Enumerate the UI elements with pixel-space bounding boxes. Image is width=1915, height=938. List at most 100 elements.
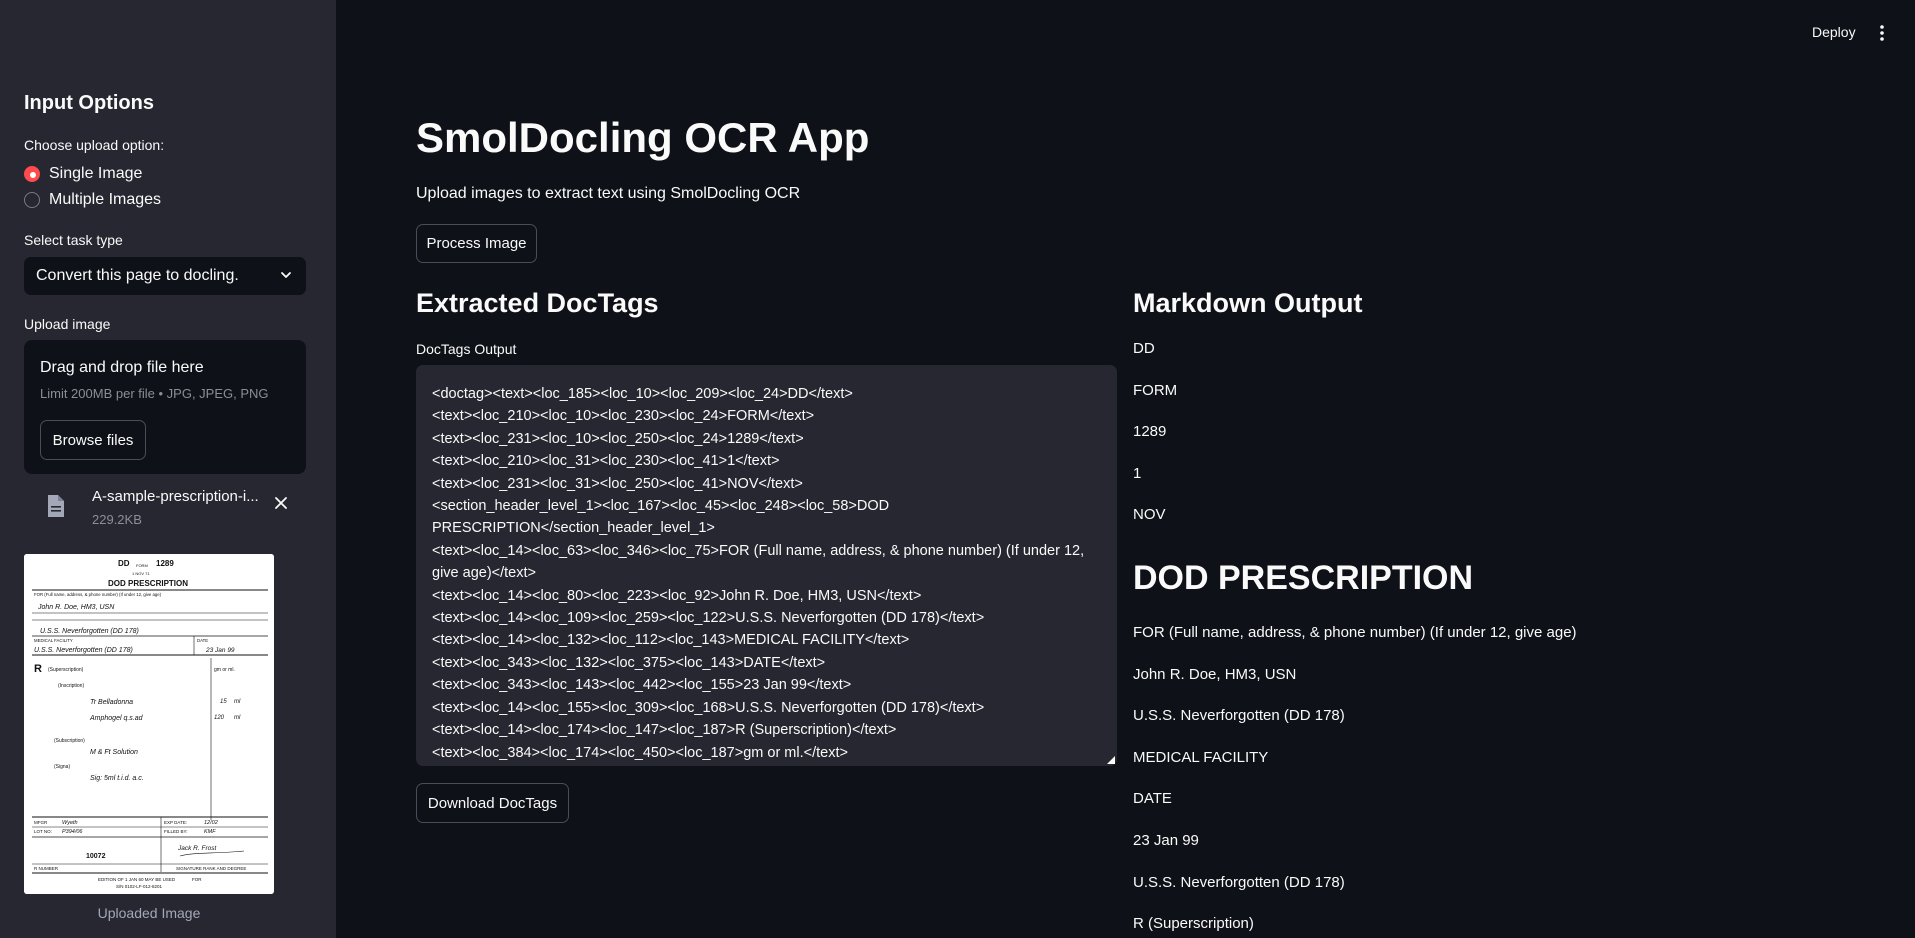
sidebar: Input Options Choose upload option: Sing… (0, 0, 336, 938)
doctags-line: <text><loc_14><loc_174><loc_147><loc_187… (432, 722, 897, 739)
thumb-gm-ml: gm or ml. (214, 667, 235, 673)
radio-label: Multiple Images (49, 191, 162, 208)
markdown-paragraph: NOV (1133, 506, 1166, 524)
thumb-mfgr-label: MFGR (34, 820, 48, 825)
thumb-form-num: 1289 (156, 559, 174, 568)
page-subtitle: Upload images to extract text using Smol… (416, 185, 801, 202)
thumb-for-label: FOR (Full name, address, & phone number)… (34, 592, 162, 597)
thumb-facility-label: MEDICAL FACILITY (34, 638, 73, 643)
thumb-filled-label: FILLED BY: (164, 829, 188, 834)
markdown-paragraph: John R. Doe, HM3, USN (1133, 665, 1297, 683)
thumb-item1-unit: ml (234, 699, 241, 705)
doctags-line: <text><loc_14><loc_80><loc_223><loc_92>J… (432, 587, 922, 604)
file-size: 229.2KB (92, 512, 142, 527)
thumb-date-label: DATE (197, 638, 208, 643)
thumb-edition: EDITION OF 1 JAN 60 MAY BE USED (98, 877, 176, 882)
thumb-item2-unit: ml (234, 715, 241, 721)
doctags-line: <text><loc_14><loc_109><loc_259><loc_122… (432, 610, 985, 627)
markdown-paragraph: U.S.S. Neverforgotten (DD 178) (1133, 707, 1345, 725)
remove-file-icon[interactable] (274, 496, 288, 510)
doctags-line: <text><loc_210><loc_31><loc_230><loc_41>… (432, 453, 780, 470)
thumb-rx: R (34, 663, 42, 675)
doctags-lines: <doctag><text><loc_185><loc_10><loc_209>… (432, 383, 1101, 764)
task-type-select[interactable]: Convert this page to docling. (24, 257, 306, 295)
task-type-label: Select task type (24, 232, 123, 248)
kebab-menu-icon[interactable] (1875, 24, 1889, 42)
thumb-rx-number-label: R NUMBER (34, 866, 59, 871)
radio-multiple-images[interactable]: Multiple Images (24, 191, 161, 209)
radio-label: Single Image (49, 165, 143, 182)
markdown-heading-1: DOD PRESCRIPTION (1133, 558, 1474, 597)
doctags-output-label: DocTags Output (416, 341, 517, 357)
download-doctags-button[interactable]: Download DocTags (416, 783, 569, 823)
thumb-superscription: (Superscription) (48, 667, 84, 673)
thumb-rx-number: 10072 (86, 853, 106, 860)
markdown-paragraph: 1289 (1133, 423, 1167, 441)
page-title: SmolDocling OCR App (416, 114, 870, 161)
thumb-for-word: FOR (192, 877, 202, 882)
doctags-line: <text><loc_231><loc_31><loc_250><loc_41>… (432, 475, 803, 492)
doctags-line: <text><loc_14><loc_63><loc_346><loc_75>F… (432, 542, 1085, 559)
uploaded-image-thumbnail: DD FORM 1289 1 NOV 71 DOD PRESCRIPTION F… (24, 554, 274, 894)
thumb-ship: U.S.S. Neverforgotten (DD 178) (40, 628, 139, 635)
thumb-filled: KMF (204, 829, 216, 835)
dropzone-title: Drag and drop file here (40, 359, 204, 376)
markdown-paragraph: DATE (1133, 790, 1172, 808)
sidebar-heading: Input Options (24, 92, 154, 114)
radio-checked-icon[interactable] (24, 166, 40, 182)
dropzone-limit: Limit 200MB per file • JPG, JPEG, PNG (40, 386, 269, 401)
markdown-paragraph: FOR (Full name, address, & phone number)… (1133, 623, 1577, 641)
thumb-title: DOD PRESCRIPTION (108, 579, 188, 588)
thumb-item2-qty: 120 (214, 715, 225, 721)
markdown-paragraph: R (Superscription) (1133, 915, 1254, 933)
doctags-line: <text><loc_384><loc_174><loc_450><loc_18… (432, 744, 848, 761)
doctags-line: <text><loc_14><loc_155><loc_309><loc_168… (432, 699, 985, 716)
thumb-facility: U.S.S. Neverforgotten (DD 178) (34, 647, 133, 654)
thumb-exp-label: EXP DATE: (164, 820, 187, 825)
doctags-line: PRESCRIPTION</section_header_level_1> (432, 520, 715, 537)
thumb-sub-text: M & Ft Solution (90, 749, 138, 756)
upload-option-label: Choose upload option: (24, 137, 165, 153)
thumb-signa-text: Sig: 5ml t.i.d. a.c. (90, 775, 144, 782)
radio-single-image[interactable]: Single Image (24, 165, 142, 183)
thumb-signa: (Signa) (54, 764, 70, 770)
file-name: A-sample-prescription-i... (92, 488, 259, 505)
thumb-inscription: (Inscription) (58, 683, 84, 689)
thumb-signature: Jack R. Frost (177, 845, 217, 852)
thumb-sig-label: SIGNATURE RANK AND DEGREE (176, 866, 246, 871)
markdown-heading: Markdown Output (1133, 288, 1363, 318)
markdown-paragraph: MEDICAL FACILITY (1133, 748, 1269, 766)
deploy-button[interactable]: Deploy (1812, 24, 1856, 40)
process-image-button[interactable]: Process Image (416, 224, 537, 263)
markdown-paragraph: 1 (1133, 464, 1142, 482)
thumb-exp: 12/02 (204, 820, 218, 826)
markdown-paragraph: DD (1133, 340, 1155, 357)
radio-unchecked-icon[interactable] (24, 192, 40, 208)
file-icon (48, 495, 64, 517)
markdown-paragraph: FORM (1133, 381, 1178, 399)
doctags-line: <text><loc_231><loc_10><loc_250><loc_24>… (432, 430, 804, 447)
doctags-line: <doctag><text><loc_185><loc_10><loc_209>… (432, 386, 853, 402)
thumb-sn: S/N 0102-LF-012-8201 (116, 884, 163, 889)
doctags-line: give age)</text> (432, 565, 536, 582)
thumb-form: FORM (136, 563, 148, 568)
doctags-line: <text><loc_343><loc_143><loc_442><loc_15… (432, 677, 852, 694)
doctags-output-textarea[interactable]: <doctag><text><loc_185><loc_10><loc_209>… (416, 365, 1117, 766)
resize-grip-icon[interactable] (1107, 756, 1115, 764)
uploaded-image-caption: Uploaded Image (97, 905, 201, 921)
thumb-subscription: (Subscription) (54, 738, 85, 744)
thumb-date: 23 Jan 99 (205, 647, 235, 654)
markdown-paragraph: 23 Jan 99 (1133, 831, 1199, 849)
doctags-line: <text><loc_343><loc_132><loc_375><loc_14… (432, 654, 826, 671)
task-type-value: Convert this page to docling. (36, 267, 239, 284)
uploaded-file-row: A-sample-prescription-i... 229.2KB (24, 484, 306, 532)
markdown-output: DD FORM 1289 1 NOV DOD PRESCRIPTION FOR (Full … (1133, 338, 1893, 938)
browse-files-button[interactable]: Browse files (40, 420, 146, 460)
file-dropzone[interactable]: Drag and drop file here Limit 200MB per … (24, 340, 306, 474)
thumb-lot: P394/06 (62, 829, 83, 835)
upload-image-label: Upload image (24, 316, 111, 332)
chevron-down-icon (281, 272, 291, 278)
thumb-name: John R. Doe, HM3, USN (37, 604, 115, 611)
thumb-item1: Tr Belladonna (90, 699, 133, 706)
doctags-line: <text><loc_14><loc_132><loc_112><loc_143… (432, 632, 910, 649)
